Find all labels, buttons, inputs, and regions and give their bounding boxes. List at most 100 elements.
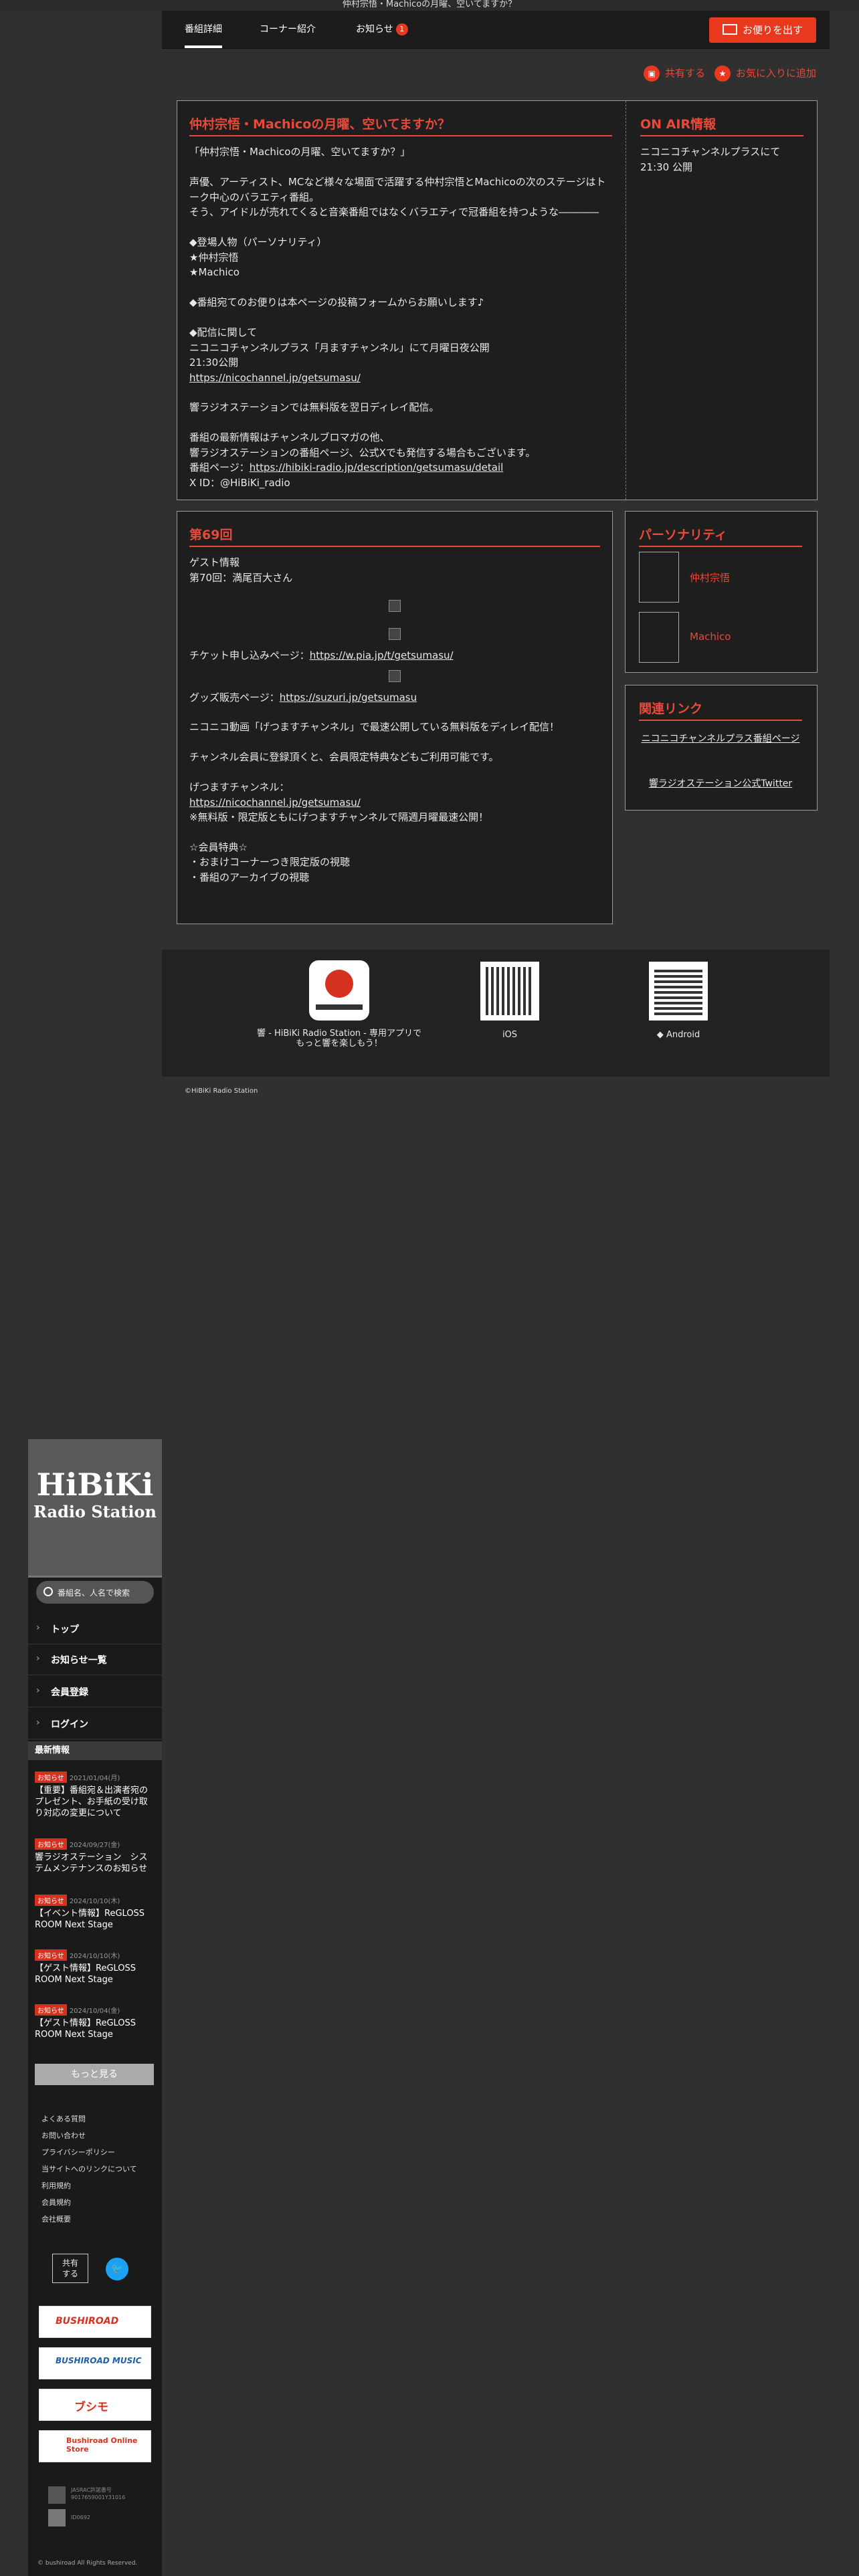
news-item[interactable]: お知らせ 2024/09/27(金) 響ラジオステーション システムメンテナンスの… (35, 1838, 155, 1874)
brand-label: Bushiroad Online Store (66, 2436, 138, 2454)
jasrac-logo (48, 2486, 66, 2504)
news-title: 響ラジオステーション システムメンテナンスのお知らせ (35, 1852, 148, 1874)
news-title: 【ゲスト情報】ReGLOSS ROOM Next Stage (35, 2018, 136, 2040)
bushiroad-music-banner[interactable]: BUSHIROAD MUSIC (39, 2347, 151, 2379)
bushiroad-online-store-banner[interactable]: Bushiroad Online Store (39, 2430, 151, 2462)
tab-program-details[interactable]: 番組詳細 (185, 11, 222, 48)
ticket-link[interactable]: https://w.pia.jp/t/getsumasu/ (310, 649, 454, 661)
chevron-right-icon: › (36, 1717, 40, 1728)
program-info-panel: 仲村宗悟・Machicoの月曜、空いてますか？ 「仲村宗悟・Machicoの月曜… (177, 100, 818, 500)
search-icon (43, 1587, 53, 1596)
sidebar-copyright: © bushiroad All Rights Reserved. (37, 2560, 138, 2567)
related-links-title: 関連リンク (639, 699, 802, 721)
news-date: 2024/10/04(金) (69, 2008, 120, 2015)
twitter-icon[interactable]: 🐦 (106, 2258, 128, 2280)
news-tag: お知らせ (35, 1949, 67, 1961)
ios-label[interactable]: iOS (480, 1030, 539, 1040)
news-date: 2024/10/10(木) (69, 1898, 120, 1905)
on-air-line-2: 21:30 公開 (640, 160, 692, 173)
news-title: 【イベント情報】ReGLOSS ROOM Next Stage (35, 1909, 145, 1930)
personality-title: パーソナリティ (639, 525, 802, 547)
guest-info: ゲスト情報 第70回：満尾百大さん (189, 556, 293, 584)
goods-image (389, 669, 401, 682)
android-qr-code (649, 962, 708, 1021)
goods-label: グッズ販売ページ： (189, 691, 280, 704)
program-page-label: 番組ページ： (189, 461, 250, 473)
getsumasu-channel-link[interactable]: https://nicochannel.jp/getsumasu/ (189, 796, 361, 809)
android-icon: ◆ (656, 1030, 666, 1040)
news-title: 【ゲスト情報】ReGLOSS ROOM Next Stage (35, 1963, 136, 1985)
news-tag: お知らせ (35, 1895, 67, 1906)
news-item[interactable]: お知らせ 2021/01/04(月) 【重要】番組宛＆出演者宛のプレゼント、お手紙… (35, 1771, 155, 1819)
footer-link-terms[interactable]: 利用規約 (41, 2180, 71, 2191)
logo-line-2: Radio Station (33, 1502, 157, 1521)
jasrac-number: JASRAC許諾番号 9017659001Y31016 (71, 2487, 126, 2500)
hibiki-app-icon[interactable] (309, 960, 369, 1021)
nav-top[interactable]: › トップ (28, 1613, 162, 1644)
bushimo-banner[interactable]: ブシモ (39, 2389, 151, 2421)
news-title: 【重要】番組宛＆出演者宛のプレゼント、お手紙の受け取り対応の変更について (35, 1786, 149, 1818)
personality-avatar[interactable] (639, 612, 679, 663)
episode-image (389, 600, 401, 612)
nextone-logo (48, 2509, 66, 2527)
app-download-band: 響 - HiBiKi Radio Station - 専用アプリで もっと響を楽… (162, 950, 830, 1077)
footer-link-company[interactable]: 会社概要 (41, 2214, 71, 2224)
news-date: 2021/01/04(月) (69, 1775, 120, 1782)
ticket-label: チケット申し込みページ： (189, 649, 310, 661)
brand-label: ブシモ (74, 2401, 108, 2414)
program-page-link[interactable]: https://hibiki-radio.jp/description/gets… (250, 461, 504, 473)
send-letter-button[interactable]: お便りを出す (709, 17, 816, 43)
personality-name[interactable]: 仲村宗悟 (690, 570, 730, 584)
nav-register[interactable]: › 会員登録 (28, 1676, 162, 1707)
tab-corners[interactable]: コーナー紹介 (260, 11, 316, 48)
footer-link-contact[interactable]: お問い合わせ (41, 2130, 86, 2141)
member-benefits: ☆会員特典☆ ・おまけコーナーつき限定版の視聴 ・番組のアーカイブの視聴 (189, 841, 351, 883)
program-description: 「仲村宗悟・Machicoの月曜、空いてますか？」 声優、アーティスト、MCなど… (189, 146, 606, 368)
personality-avatar[interactable] (639, 552, 679, 603)
footer-link-faq[interactable]: よくある質問 (41, 2113, 86, 2124)
on-air-title: ON AIR情報 (640, 114, 803, 136)
search-input[interactable]: 番組名、人名で検索 (36, 1581, 154, 1604)
favorite-label: お気に入りに追加 (736, 67, 817, 80)
goods-link[interactable]: https://suzuri.jp/getsumasu (280, 691, 417, 704)
site-logo[interactable]: HiBiKi Radio Station (28, 1439, 162, 1578)
x-id: X ID：@HiBiKi_radio (189, 476, 290, 489)
android-label[interactable]: ◆ Android (637, 1030, 720, 1040)
footer-link-privacy[interactable]: プライバシーポリシー (41, 2147, 115, 2157)
share-label: 共有する (665, 67, 706, 80)
personality-name[interactable]: Machico (690, 631, 731, 643)
news-item[interactable]: お知らせ 2024/10/10(木) 【イベント情報】ReGLOSS ROOM N… (35, 1894, 155, 1931)
bushiroad-banner[interactable]: BUSHIROAD (39, 2306, 151, 2338)
footer-link-member-terms[interactable]: 会員規約 (41, 2197, 71, 2208)
mail-icon (722, 24, 737, 35)
chevron-right-icon: › (36, 1622, 40, 1633)
share-button[interactable]: ▣ 共有する (644, 66, 705, 82)
related-links-panel: 関連リンク ニコニコチャンネルプラス番組ページ 響ラジオステーション公式Twit… (625, 685, 818, 811)
nav-login[interactable]: › ログイン (28, 1708, 162, 1739)
nav-label: 会員登録 (51, 1687, 88, 1698)
send-letter-label: お便りを出す (742, 24, 803, 36)
favorite-button[interactable]: ★ お気に入りに追加 (714, 66, 816, 82)
tab-news[interactable]: お知らせ 1 (356, 11, 408, 48)
more-news-button[interactable]: もっと見る (35, 2064, 154, 2085)
personality-panel: パーソナリティ 仲村宗悟 Machico (625, 511, 818, 673)
news-item[interactable]: お知らせ 2024/10/04(金) 【ゲスト情報】ReGLOSS ROOM Ne… (35, 2004, 155, 2040)
nav-label: ログイン (51, 1719, 88, 1730)
brand-label: BUSHIROAD MUSIC (56, 2356, 142, 2365)
footer-link-linking[interactable]: 当サイトへのリンクについて (41, 2163, 137, 2174)
logo-line-1: HiBiKi (36, 1467, 154, 1503)
ios-qr-code (480, 962, 539, 1021)
nicochannel-link[interactable]: https://nicochannel.jp/getsumasu/ (189, 372, 361, 384)
nextone-id: ID0692 (71, 2514, 90, 2520)
share-box-button[interactable]: 共有 する (52, 2254, 88, 2283)
search-placeholder: 番組名、人名で検索 (58, 1588, 130, 1598)
news-tag: お知らせ (35, 2004, 67, 2016)
related-link-twitter[interactable]: 響ラジオステーション公式Twitter (649, 778, 792, 789)
news-date: 2024/09/27(金) (69, 1842, 120, 1849)
tab-label: 番組詳細 (185, 24, 222, 35)
program-tabs: 番組詳細 コーナー紹介 お知らせ 1 お便りを出す (162, 11, 830, 49)
news-item[interactable]: お知らせ 2024/10/10(木) 【ゲスト情報】ReGLOSS ROOM Ne… (35, 1949, 155, 1985)
nav-news-list[interactable]: › お知らせ一覧 (28, 1644, 162, 1675)
related-link-nicochannel[interactable]: ニコニコチャンネルプラス番組ページ (641, 734, 799, 744)
nico-text: ニコニコ動画「げつますチャンネル」で最速公開している無料版をディレイ配信！ チャ… (189, 721, 560, 793)
